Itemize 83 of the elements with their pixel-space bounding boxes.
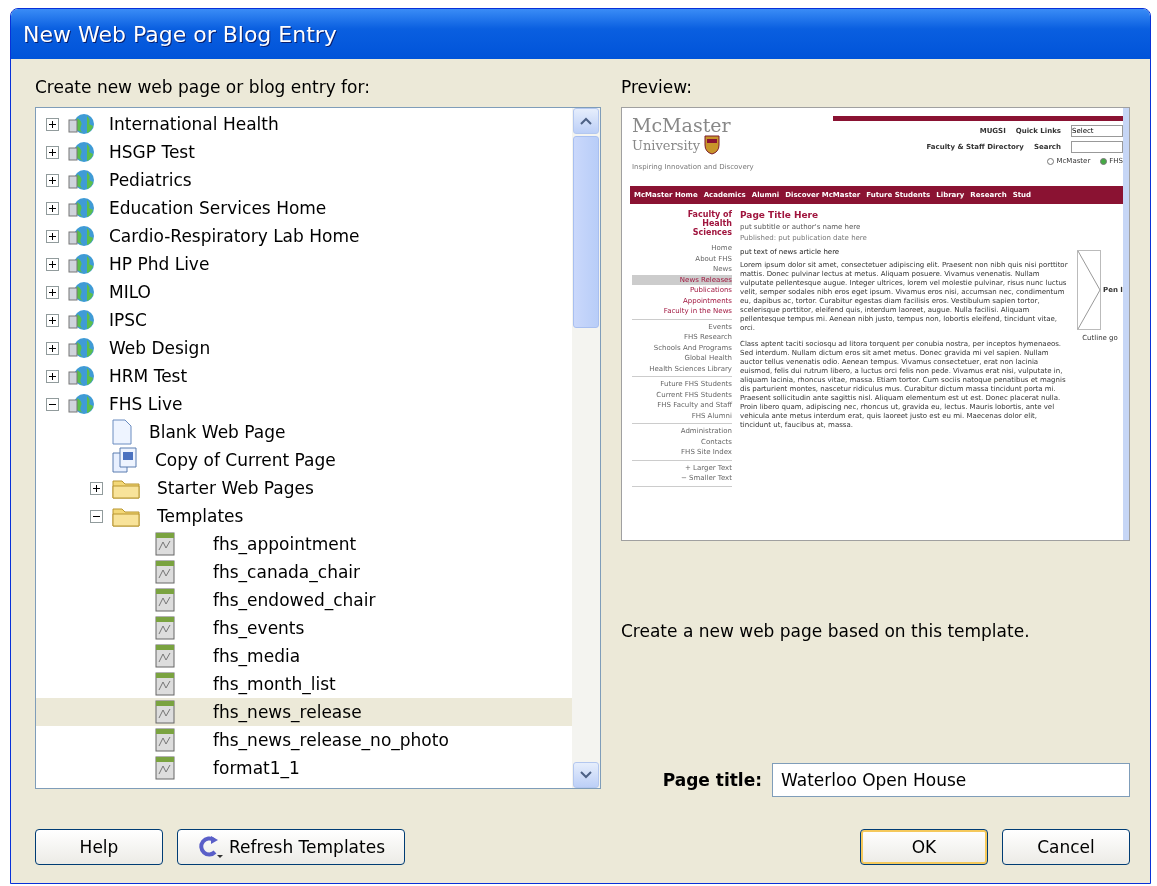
template-icon (155, 644, 175, 668)
dialog-button[interactable]: OK (860, 829, 988, 865)
caret-down-icon (580, 771, 592, 779)
tree-item[interactable]: HSGP Test (36, 138, 572, 166)
tree-item[interactable]: Education Services Home (36, 194, 572, 222)
crest-icon (704, 135, 721, 155)
page-icon (111, 419, 133, 445)
tree-item[interactable]: Web Design (36, 334, 572, 362)
template-icon (155, 560, 175, 584)
scrollbar[interactable] (1123, 108, 1129, 540)
tree-item[interactable]: Blank Web Page (36, 418, 572, 446)
caret-up-icon (580, 117, 592, 125)
expand-toggle[interactable] (46, 201, 59, 215)
dialog-button[interactable]: Help (35, 829, 163, 865)
page-title-label: Page title: (662, 770, 762, 790)
tree-item[interactable]: Starter Web Pages (36, 474, 572, 502)
globe-icon (67, 280, 97, 304)
template-icon (155, 588, 175, 612)
scrollbar[interactable] (572, 108, 600, 788)
globe-icon (67, 336, 97, 360)
expand-toggle[interactable] (46, 341, 59, 355)
template-icon (155, 616, 175, 640)
logo-text: University (632, 138, 701, 152)
tree-item[interactable]: Copy of Current Page (36, 446, 572, 474)
refresh-button[interactable]: Refresh Templates (177, 829, 405, 865)
tree-item[interactable]: format1_1 (36, 754, 572, 782)
tree-item[interactable]: fhs_news_release (36, 698, 572, 726)
tree-item[interactable]: Templates (36, 502, 572, 530)
tree-item[interactable]: Pediatrics (36, 166, 572, 194)
faculty-heading: Faculty of Health Sciences (686, 210, 732, 237)
logo-text: McMaster (632, 116, 732, 135)
expand-toggle[interactable] (46, 145, 59, 159)
tree-item[interactable]: HRM Test (36, 362, 572, 390)
collapse-toggle[interactable] (46, 397, 59, 411)
tree-heading: Create new web page or blog entry for: (35, 77, 371, 97)
expand-toggle[interactable] (46, 229, 59, 243)
tree-item[interactable]: HP Phd Live (36, 250, 572, 278)
template-icon (155, 532, 175, 556)
tree-item[interactable]: IPSC (36, 306, 572, 334)
dialog-button[interactable]: Cancel (1002, 829, 1130, 865)
template-icon (155, 756, 175, 780)
globe-icon (67, 392, 97, 416)
tree-item[interactable]: fhs_events (36, 614, 572, 642)
expand-toggle[interactable] (46, 173, 59, 187)
template-icon (155, 728, 175, 752)
template-description: Create a new web page based on this template. (621, 621, 1031, 641)
tree-item[interactable]: fhs_media (36, 642, 572, 670)
search-field[interactable] (1071, 141, 1123, 153)
expand-toggle[interactable] (90, 481, 103, 495)
tree-item[interactable]: fhs_appointment (36, 530, 572, 558)
tree-item[interactable]: fhs_month_list (36, 670, 572, 698)
tree-item[interactable]: International Health (36, 110, 572, 138)
tree-item[interactable]: MILO (36, 278, 572, 306)
template-icon (155, 672, 175, 696)
expand-toggle[interactable] (46, 117, 59, 131)
expand-toggle[interactable] (46, 313, 59, 327)
globe-icon (67, 224, 97, 248)
globe-icon (67, 112, 97, 136)
globe-icon (67, 364, 97, 388)
tree-item[interactable]: fhs_endowed_chair (36, 586, 572, 614)
window-title: New Web Page or Blog Entry (23, 21, 337, 47)
globe-icon (67, 252, 97, 276)
globe-icon (67, 308, 97, 332)
refresh-icon (197, 835, 223, 859)
globe-icon (67, 168, 97, 192)
scroll-down-button[interactable] (573, 762, 599, 788)
tree-item[interactable]: fhs_canada_chair (36, 558, 572, 586)
copy-page-icon (111, 447, 139, 473)
tree-item[interactable]: Cardio-Respiratory Lab Home (36, 222, 572, 250)
globe-icon (67, 196, 97, 220)
expand-toggle[interactable] (46, 257, 59, 271)
expand-toggle[interactable] (46, 285, 59, 299)
expand-toggle[interactable] (46, 369, 59, 383)
collapse-toggle[interactable] (90, 509, 103, 523)
article-title: Page Title Here (740, 210, 820, 220)
scroll-thumb[interactable] (573, 136, 599, 328)
globe-icon (67, 140, 97, 164)
tree-item[interactable]: fhs_news_release_no_photo (36, 726, 572, 754)
scroll-up-button[interactable] (573, 108, 599, 134)
preview-heading: Preview: (621, 77, 693, 97)
page-title-field[interactable]: Waterloo Open House (772, 763, 1130, 797)
tree-item[interactable]: FHS Live (36, 390, 572, 418)
template-icon (155, 700, 175, 724)
